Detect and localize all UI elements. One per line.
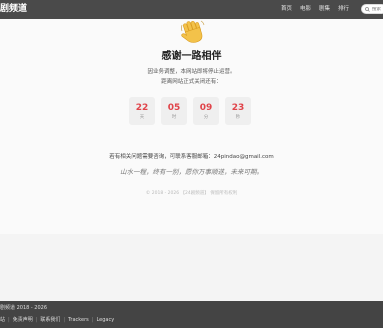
farewell-copyright: © 2018 - 2026 【24剧频道】 保留所有权利 bbox=[145, 191, 238, 196]
countdown-hours: 05 时 bbox=[161, 97, 187, 125]
main-nav: 首页 电影 剧集 排行 bbox=[281, 5, 349, 14]
countdown-value: 22 bbox=[135, 103, 149, 113]
footer-separator: | bbox=[91, 317, 94, 323]
footer-links: 站 | 免责声明 | 联系我们 | Trackers | Legacy bbox=[0, 317, 114, 324]
countdown-seconds: 23 秒 bbox=[225, 97, 251, 125]
countdown-unit: 分 bbox=[203, 115, 209, 120]
countdown-value: 05 bbox=[167, 103, 181, 113]
countdown-unit: 秒 bbox=[235, 115, 241, 120]
search-box[interactable] bbox=[361, 4, 383, 14]
footer-link-sitemap[interactable]: 站 bbox=[0, 317, 5, 324]
footer-separator: | bbox=[35, 317, 38, 323]
site-footer: 剧频道 2018 - 2026 站 | 免责声明 | 联系我们 | Tracke… bbox=[0, 301, 383, 328]
nav-ranking[interactable]: 排行 bbox=[338, 5, 349, 14]
footer-copyright: 剧频道 2018 - 2026 bbox=[0, 305, 48, 311]
footer-link-trackers[interactable]: Trackers bbox=[68, 317, 89, 324]
farewell-title: 感谢一路相伴 bbox=[161, 51, 222, 62]
countdown-value: 09 bbox=[199, 103, 213, 113]
countdown-timer: 22 天 05 时 09 分 23 秒 bbox=[129, 97, 251, 125]
countdown-value: 23 bbox=[231, 103, 245, 113]
search-input[interactable] bbox=[370, 6, 383, 12]
site-logo[interactable]: 剧频道 bbox=[0, 3, 27, 15]
countdown-unit: 天 bbox=[139, 115, 145, 120]
nav-movies[interactable]: 电影 bbox=[300, 5, 311, 14]
countdown-unit: 时 bbox=[171, 115, 177, 120]
nav-home[interactable]: 首页 bbox=[281, 5, 292, 14]
footer-link-disclaimer[interactable]: 免责声明 bbox=[13, 317, 33, 324]
site-header: 剧频道 首页 电影 剧集 排行 bbox=[0, 0, 383, 19]
countdown-days: 22 天 bbox=[129, 97, 155, 125]
footer-link-contact[interactable]: 联系我们 bbox=[40, 317, 60, 324]
closure-notice: 因业务调整，本网站即将停止运营。 bbox=[147, 69, 236, 75]
footer-separator: | bbox=[8, 317, 10, 323]
farewell-slogan: 山水一程，终有一别，愿你万事顺遂，未来可期。 bbox=[120, 168, 263, 176]
footer-link-legacy[interactable]: Legacy bbox=[96, 317, 114, 324]
contact-email-text: 若有相关问题需要咨询，可联系客服邮箱：24pindao@gmail.com bbox=[109, 154, 274, 160]
waving-hand-icon bbox=[0, 19, 383, 49]
footer-separator: | bbox=[63, 317, 66, 323]
countdown-caption: 距离网站正式关闭还有： bbox=[161, 79, 222, 85]
countdown-minutes: 09 分 bbox=[193, 97, 219, 125]
nav-series[interactable]: 剧集 bbox=[319, 5, 330, 14]
